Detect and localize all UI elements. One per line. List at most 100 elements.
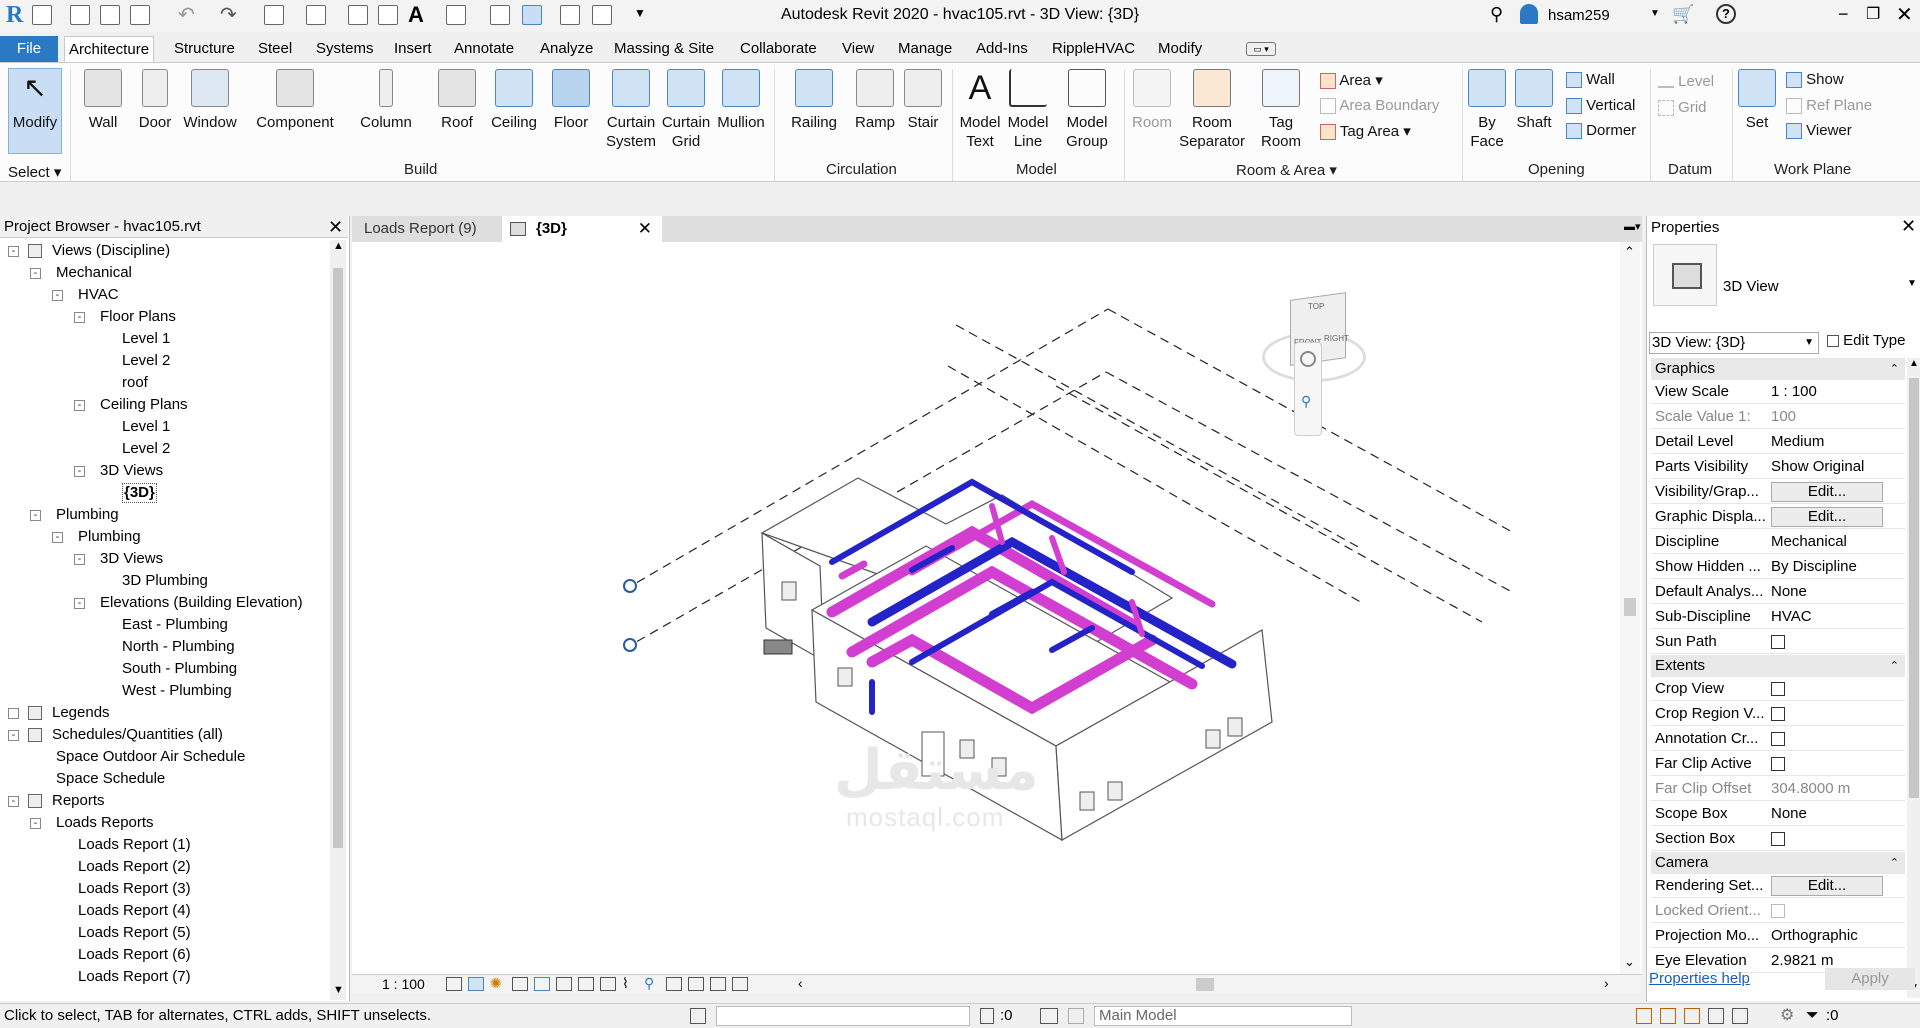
cart-icon[interactable]: 🛒	[1672, 4, 1694, 25]
tab-insert[interactable]: Insert	[390, 36, 436, 62]
user-icon[interactable]	[1520, 4, 1538, 24]
vertical-button[interactable]: Vertical	[1566, 97, 1635, 115]
property-value[interactable]	[1767, 752, 1897, 776]
instance-selector[interactable]: 3D View: {3D} ▼	[1649, 332, 1819, 354]
tab-loads-report-9[interactable]: Loads Report (9)	[354, 216, 500, 242]
property-section-header[interactable]: Graphics ⌃	[1651, 358, 1905, 380]
browser-item[interactable]: - Loads Reports	[0, 812, 328, 834]
browser-item[interactable]: North - Plumbing	[0, 636, 328, 658]
workset-dropdown[interactable]	[716, 1006, 970, 1026]
hscroll-right-icon[interactable]: ›	[1604, 975, 1609, 991]
close-browser-icon[interactable]: ✕	[328, 216, 343, 238]
property-value[interactable]: Edit...	[1767, 505, 1897, 529]
browser-item[interactable]: - Views (Discipline)	[0, 240, 328, 262]
user-dropdown-icon[interactable]: ▼	[1650, 8, 1660, 19]
property-value[interactable]	[1767, 702, 1897, 726]
steering-wheel-icon[interactable]	[1300, 351, 1316, 367]
edit-button[interactable]: Edit...	[1771, 876, 1883, 896]
browser-item[interactable]: Loads Report (3)	[0, 878, 328, 900]
props-scrollbar[interactable]: ▲ ▼	[1907, 358, 1920, 998]
collapse-icon[interactable]: -	[74, 598, 85, 609]
edit-type-button[interactable]: Edit Type	[1827, 332, 1905, 349]
zoom-icon[interactable]: ⚲	[1301, 393, 1311, 410]
browser-item[interactable]: Level 2	[0, 350, 328, 372]
browser-item[interactable]: - Reports	[0, 790, 328, 812]
browser-item[interactable]: Level 1	[0, 328, 328, 350]
property-value[interactable]: By Discipline	[1767, 555, 1897, 579]
property-section-header[interactable]: Camera ⌃	[1651, 852, 1905, 874]
browser-item[interactable]: - Schedules/Quantities (all)	[0, 724, 328, 746]
collapse-icon[interactable]: -	[8, 796, 19, 807]
property-checkbox[interactable]	[1771, 635, 1785, 650]
render-icon[interactable]	[534, 977, 550, 991]
collapse-icon[interactable]: -	[30, 268, 41, 279]
browser-item[interactable]: - Floor Plans	[0, 306, 328, 328]
show-button[interactable]: Show	[1786, 71, 1844, 89]
tree-node-icon[interactable]	[8, 708, 19, 719]
binoculars-icon[interactable]: ⚲	[1490, 4, 1503, 25]
browser-item[interactable]: West - Plumbing	[0, 680, 328, 702]
drag-elements-icon[interactable]	[1732, 1008, 1748, 1024]
browser-item[interactable]: Space Schedule	[0, 768, 328, 790]
props-scroll-thumb[interactable]	[1909, 378, 1919, 798]
property-value[interactable]: 1 : 100	[1767, 380, 1897, 404]
property-value[interactable]	[1767, 899, 1897, 923]
properties-help-link[interactable]: Properties help	[1649, 970, 1750, 987]
select-links-icon[interactable]	[1636, 1008, 1652, 1024]
property-value[interactable]: Orthographic	[1767, 924, 1897, 948]
browser-item[interactable]: roof	[0, 372, 328, 394]
tab-add-ins[interactable]: Add-Ins	[972, 36, 1032, 62]
property-value[interactable]	[1767, 630, 1897, 654]
viewport-scroll-up-icon[interactable]: ⌃	[1624, 244, 1635, 260]
tab-3d-view[interactable]: {3D} ✕	[502, 216, 662, 242]
browser-item[interactable]: - Mechanical	[0, 262, 328, 284]
tab-ripplehvac[interactable]: RippleHVAC	[1048, 36, 1139, 62]
tab-list-dropdown-icon[interactable]: ▬▾	[1624, 220, 1641, 233]
set-button[interactable]: Set	[1736, 69, 1778, 132]
collapse-section-icon[interactable]: ⌃	[1890, 358, 1899, 380]
close-tab-icon[interactable]: ✕	[638, 216, 652, 242]
browser-item[interactable]: Loads Report (1)	[0, 834, 328, 856]
property-value[interactable]: Show Original	[1767, 455, 1897, 479]
browser-item[interactable]: Loads Report (7)	[0, 966, 328, 988]
browser-item[interactable]: - Elevations (Building Elevation)	[0, 592, 328, 614]
tag-area-button[interactable]: Tag Area ▾	[1320, 122, 1411, 141]
design-options-icon[interactable]	[1040, 1008, 1058, 1024]
collapse-icon[interactable]: -	[74, 554, 85, 565]
railing-button[interactable]: Railing	[784, 69, 844, 132]
mullion-button[interactable]: Mullion	[712, 69, 770, 132]
property-value[interactable]: 304.8000 m	[1767, 777, 1897, 801]
browser-scrollbar[interactable]: ▲ ▼	[330, 240, 346, 1000]
browser-item[interactable]: Loads Report (2)	[0, 856, 328, 878]
tab-analyze[interactable]: Analyze	[536, 36, 597, 62]
view-scale[interactable]: 1 : 100	[382, 976, 425, 992]
window-button[interactable]: Window	[180, 69, 240, 132]
design-option-icon[interactable]	[1068, 1008, 1084, 1024]
component-button[interactable]: Component	[250, 69, 340, 132]
room-area-panel-label[interactable]: Room & Area ▾	[1236, 161, 1337, 179]
ramp-button[interactable]: Ramp	[850, 69, 900, 132]
editable-icon[interactable]	[980, 1008, 994, 1024]
browser-item[interactable]: - 3D Views	[0, 460, 328, 482]
user-name[interactable]: hsam259	[1548, 7, 1610, 24]
close-window-icon[interactable]: ✕	[1896, 2, 1913, 27]
tab-collaborate[interactable]: Collaborate	[736, 36, 821, 62]
tab-annotate[interactable]: Annotate	[450, 36, 518, 62]
property-checkbox[interactable]	[1771, 682, 1785, 697]
property-value[interactable]: Medium	[1767, 430, 1897, 454]
sun-path-icon[interactable]: ✺	[490, 975, 502, 992]
select-by-face-icon[interactable]	[1708, 1008, 1724, 1024]
property-value[interactable]: Edit...	[1767, 874, 1897, 898]
shaft-button[interactable]: Shaft	[1508, 69, 1560, 132]
browser-item[interactable]: 3D Plumbing	[0, 570, 328, 592]
collapse-icon[interactable]: -	[74, 312, 85, 323]
collapse-icon[interactable]: -	[30, 818, 41, 829]
apply-button[interactable]: Apply	[1825, 968, 1915, 990]
main-model-dropdown[interactable]: Main Model	[1094, 1006, 1352, 1026]
property-value[interactable]: Mechanical	[1767, 530, 1897, 554]
worksharing-icon[interactable]	[666, 977, 682, 991]
collapse-icon[interactable]: -	[74, 400, 85, 411]
collapse-icon[interactable]: -	[74, 466, 85, 477]
door-button[interactable]: Door	[130, 69, 180, 132]
tab-file[interactable]: File	[0, 36, 58, 62]
